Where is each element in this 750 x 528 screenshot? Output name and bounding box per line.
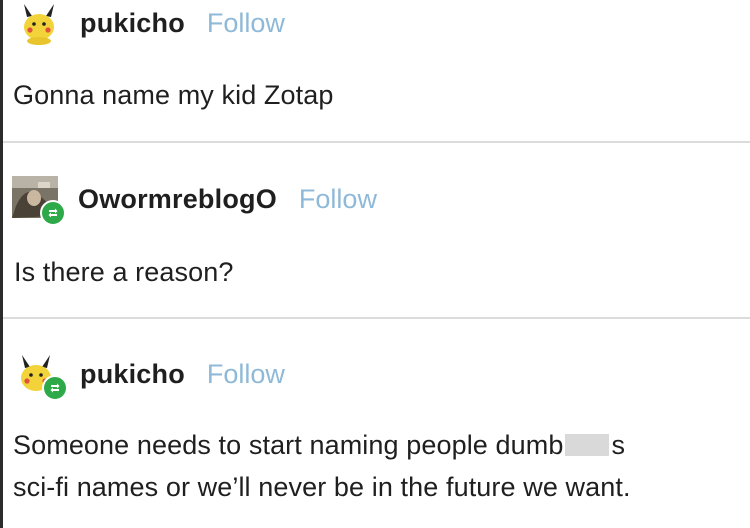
post-text-line1-start: Someone needs to start naming people dum…	[13, 430, 564, 460]
post-3-header: pukicho Follow	[14, 346, 285, 402]
post-1-header: pukicho Follow	[14, 0, 285, 46]
username[interactable]: OwormreblogO	[78, 184, 277, 215]
username[interactable]: pukicho	[80, 359, 185, 390]
username[interactable]: pukicho	[80, 8, 185, 39]
post-text-line1-end: s	[611, 430, 626, 460]
post-2-header: OwormreblogO Follow	[12, 171, 377, 227]
pikachu-avatar-icon[interactable]	[14, 0, 64, 46]
post-text: Someone needs to start naming people dum…	[13, 424, 631, 508]
post-2: OwormreblogO Follow Is there a reason?	[0, 143, 750, 318]
reblog-icon	[42, 375, 68, 401]
post-3: pukicho Follow Someone needs to start na…	[0, 319, 750, 528]
pikachu-avatar-icon[interactable]	[14, 351, 68, 401]
follow-button[interactable]: Follow	[207, 359, 285, 390]
post-text: Gonna name my kid Zotap	[13, 80, 334, 110]
photo-avatar-icon[interactable]	[12, 176, 66, 226]
censor-block	[565, 434, 610, 456]
post-1: pukicho Follow Gonna name my kid Zotap	[0, 0, 750, 142]
reblog-icon	[40, 200, 66, 226]
follow-button[interactable]: Follow	[299, 184, 377, 215]
post-text-line2: sci-fi names or we’ll never be in the fu…	[13, 472, 631, 502]
follow-button[interactable]: Follow	[207, 8, 285, 39]
post-text: Is there a reason?	[14, 257, 234, 287]
